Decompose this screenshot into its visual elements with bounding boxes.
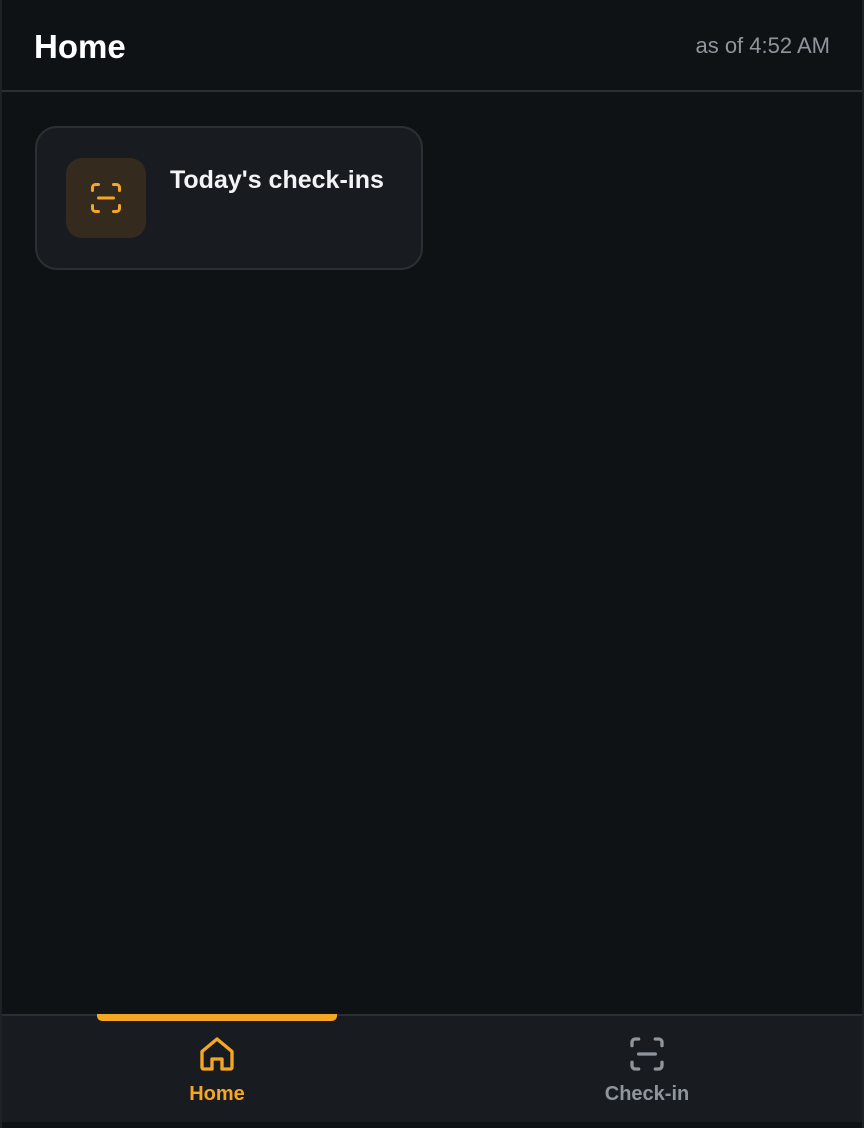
card-icon-container: [66, 158, 146, 238]
nav-label-home: Home: [189, 1083, 245, 1105]
scan-icon: [630, 1037, 664, 1071]
nav-item-check-in[interactable]: Check-in: [432, 1016, 862, 1122]
card-label: Today's check-ins: [170, 166, 384, 194]
page-title: Home: [34, 28, 126, 65]
header: Home as of 4:52 AM: [2, 0, 862, 92]
home-icon: [200, 1037, 234, 1071]
nav-label-check-in: Check-in: [604, 1083, 690, 1105]
nav-item-home[interactable]: Home: [2, 1014, 432, 1122]
active-tab-indicator: [97, 1014, 337, 1021]
app-window: Home as of 4:52 AM Today's check-ins Hom…: [0, 0, 864, 1128]
bottom-edge: [2, 1122, 862, 1128]
scan-icon: [91, 183, 121, 213]
todays-checkins-card[interactable]: Today's check-ins: [35, 126, 423, 270]
last-updated-text: as of 4:52 AM: [695, 33, 830, 58]
bottom-navigation: Home Check-in: [2, 1014, 862, 1122]
